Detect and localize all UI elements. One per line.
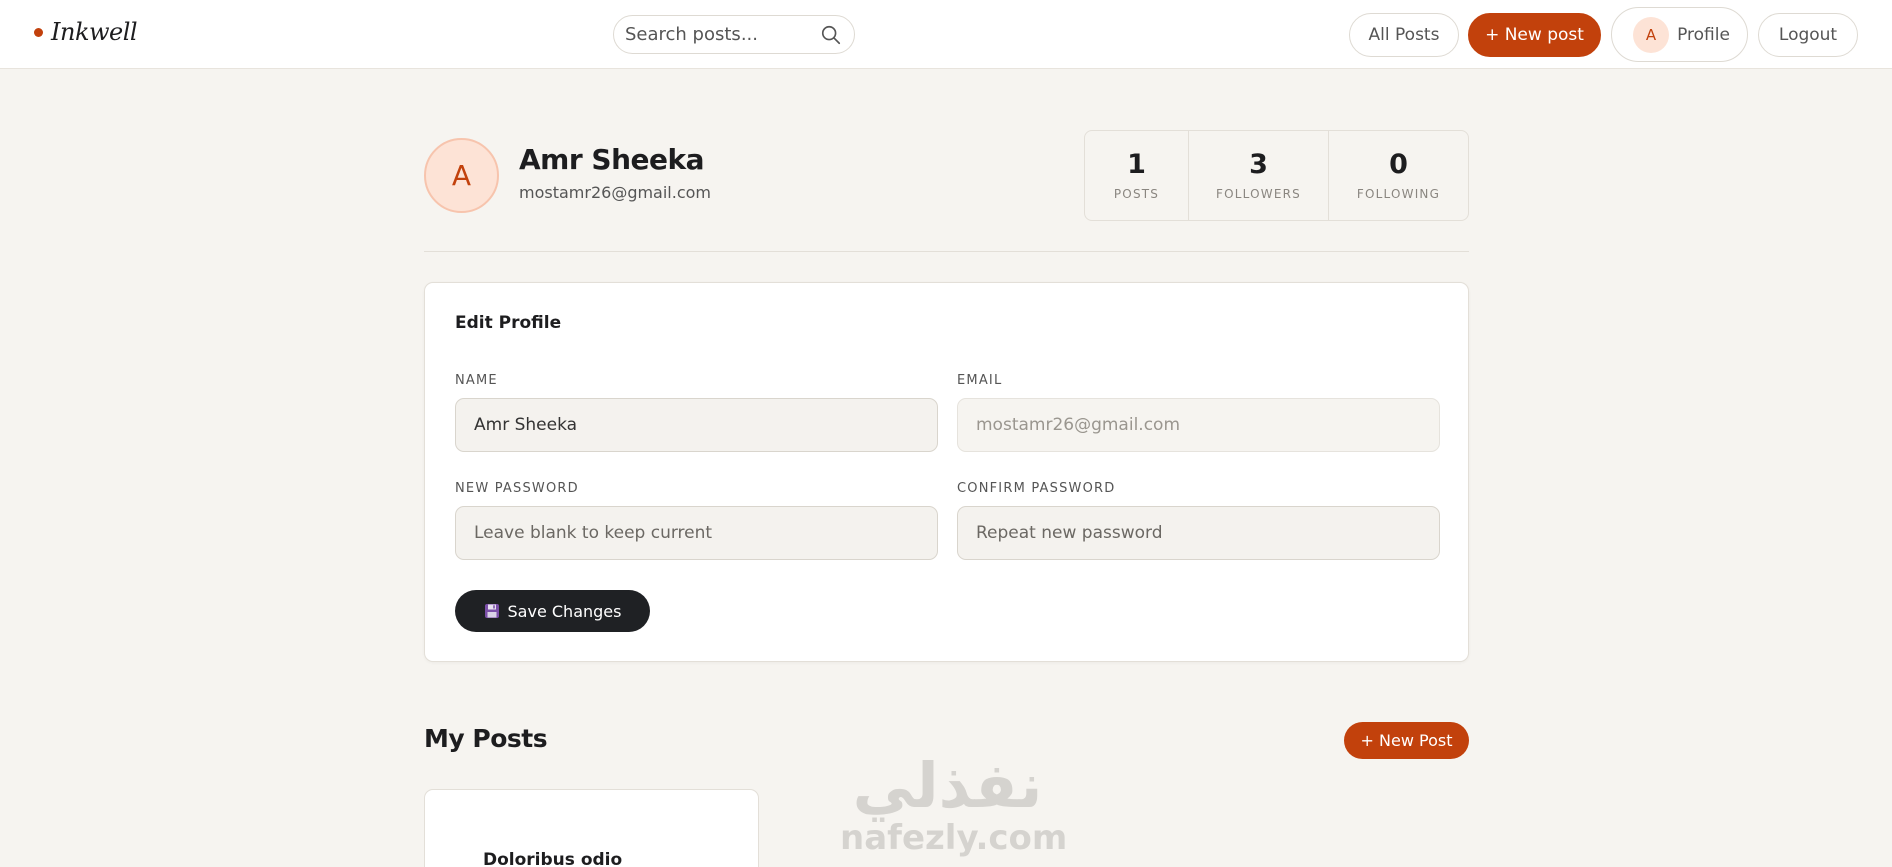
- watermark-arabic: نفذلي: [852, 749, 1043, 822]
- stat-value: 3: [1249, 148, 1268, 180]
- search-bar: [613, 15, 855, 54]
- stat-value: 0: [1389, 148, 1408, 180]
- stat-value: 1: [1127, 148, 1146, 180]
- profile-email: mostamr26@gmail.com: [519, 183, 712, 202]
- edit-profile-title: Edit Profile: [455, 313, 562, 333]
- search-icon[interactable]: [820, 24, 842, 46]
- stat-label: POSTS: [1113, 186, 1160, 201]
- watermark: نفذلي nafezly.com: [840, 749, 1068, 858]
- stat-posts[interactable]: 1 POSTS: [1085, 131, 1189, 220]
- email-field: [957, 398, 1440, 452]
- brand-dot-icon: [34, 27, 43, 37]
- email-label: EMAIL: [957, 373, 1003, 388]
- my-posts-title: My Posts: [424, 724, 548, 753]
- search-input[interactable]: [625, 24, 820, 45]
- confirm-password-field[interactable]: [957, 506, 1440, 560]
- avatar: A: [1633, 16, 1670, 53]
- save-changes-label: Save Changes: [507, 601, 622, 621]
- section-divider: [424, 251, 1469, 252]
- top-navbar: Inkwell All Posts + New post A Profile L…: [0, 0, 1892, 69]
- profile-avatar: A: [424, 138, 499, 213]
- post-card[interactable]: Doloribus odio: [424, 789, 759, 867]
- new-password-label: NEW PASSWORD: [455, 481, 579, 496]
- profile-nav-button[interactable]: A Profile: [1611, 7, 1748, 62]
- name-field[interactable]: [455, 398, 938, 452]
- profile-stats: 1 POSTS 3 FOLLOWERS 0 FOLLOWING: [1084, 130, 1469, 221]
- stat-label: FOLLOWERS: [1216, 186, 1301, 201]
- new-password-field[interactable]: [455, 506, 938, 560]
- profile-name: Amr Sheeka: [519, 143, 705, 176]
- stat-followers[interactable]: 3 FOLLOWERS: [1189, 131, 1329, 220]
- brand-name: Inkwell: [51, 18, 138, 46]
- floppy-disk-icon: [484, 604, 499, 618]
- profile-nav-label: Profile: [1677, 24, 1730, 45]
- watermark-latin: nafezly.com: [840, 818, 1068, 858]
- edit-profile-card: Edit Profile NAME EMAIL NEW PASSWORD CON…: [424, 282, 1469, 662]
- stat-following[interactable]: 0 FOLLOWING: [1329, 131, 1468, 220]
- logout-button[interactable]: Logout: [1758, 13, 1858, 57]
- post-title[interactable]: Doloribus odio: [483, 850, 622, 867]
- name-label: NAME: [455, 373, 498, 388]
- save-changes-button[interactable]: Save Changes: [455, 590, 650, 632]
- confirm-password-label: CONFIRM PASSWORD: [957, 481, 1116, 496]
- all-posts-button[interactable]: All Posts: [1349, 13, 1459, 57]
- new-post-nav-button[interactable]: + New post: [1468, 13, 1601, 57]
- new-post-button[interactable]: + New Post: [1344, 722, 1469, 759]
- stat-label: FOLLOWING: [1356, 186, 1441, 201]
- brand-logo[interactable]: Inkwell: [34, 18, 138, 46]
